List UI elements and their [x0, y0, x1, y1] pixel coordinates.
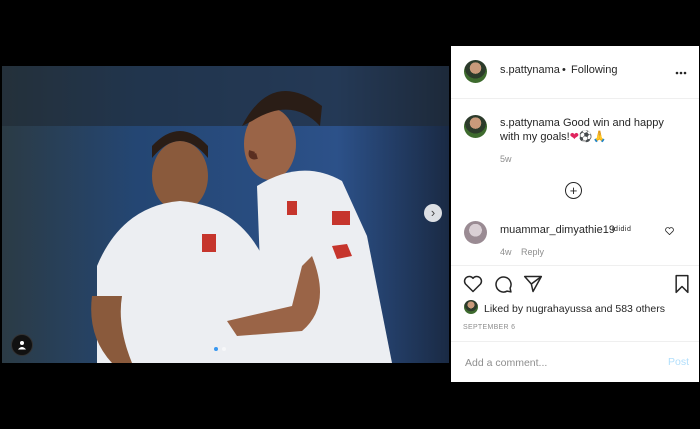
- liked-by-username[interactable]: nugrahayussa: [526, 303, 592, 315]
- caption-author-avatar[interactable]: [464, 115, 487, 138]
- post-actions: Liked by nugrahayussa and 583 others SEP…: [451, 265, 699, 383]
- liked-by-avatar[interactable]: [464, 300, 478, 314]
- caption-username[interactable]: s.pattynama: [500, 117, 560, 129]
- carousel-dot: [222, 347, 226, 351]
- author-avatar[interactable]: [464, 60, 487, 83]
- liked-by-prefix: Liked by: [484, 303, 527, 315]
- praying-hands-emoji-icon: 🙏: [592, 131, 607, 143]
- liked-by-and: and: [592, 303, 616, 315]
- share-paper-plane-icon[interactable]: [523, 274, 543, 294]
- like-heart-icon[interactable]: [463, 274, 483, 294]
- header-separator: •: [562, 64, 566, 76]
- tagged-users-icon[interactable]: [11, 334, 33, 356]
- post-side-panel: s.pattynama • Following s.pattynama Good…: [451, 46, 699, 382]
- caption: s.pattynama Good win and happy with my g…: [500, 116, 680, 144]
- comments-section: s.pattynama Good win and happy with my g…: [451, 99, 699, 265]
- comment-timestamp[interactable]: 4w: [500, 247, 512, 257]
- load-more-comments-button[interactable]: +: [565, 182, 582, 199]
- likes-summary: Liked by nugrahayussa and 583 others: [484, 303, 665, 315]
- carousel-dot-active: [214, 347, 218, 351]
- comment-input[interactable]: [463, 354, 657, 372]
- post-header: s.pattynama • Following: [451, 46, 699, 99]
- person-icon: [18, 341, 26, 350]
- post-photo[interactable]: [2, 66, 449, 363]
- add-comment-bar: Post: [451, 341, 699, 384]
- author-username[interactable]: s.pattynama: [500, 64, 560, 76]
- following-button[interactable]: Following: [571, 64, 617, 76]
- comment-like-icon[interactable]: [665, 227, 674, 237]
- heart-emoji-icon: ❤: [569, 131, 579, 143]
- soccer-ball-emoji-icon: ⚽: [578, 131, 593, 143]
- commenter-avatar[interactable]: [464, 221, 487, 244]
- post-date[interactable]: SEPTEMBER 6: [463, 324, 515, 331]
- caption-timestamp[interactable]: 5w: [500, 154, 512, 164]
- photo-illustration: [2, 66, 449, 363]
- carousel-next-button[interactable]: ›: [424, 204, 442, 222]
- likes-others-link[interactable]: 583 others: [615, 303, 665, 315]
- post-comment-button[interactable]: Post: [668, 356, 689, 368]
- plus-icon: +: [569, 183, 578, 198]
- reply-button[interactable]: Reply: [521, 247, 544, 257]
- commenter-username[interactable]: muammar_dimyathie19: [500, 224, 615, 236]
- carousel-indicator: [214, 347, 226, 351]
- more-horizontal-icon[interactable]: [675, 62, 687, 78]
- bookmark-icon[interactable]: [672, 274, 692, 294]
- comment-bubble-icon[interactable]: [493, 274, 513, 294]
- comment-text: ididid: [612, 226, 632, 233]
